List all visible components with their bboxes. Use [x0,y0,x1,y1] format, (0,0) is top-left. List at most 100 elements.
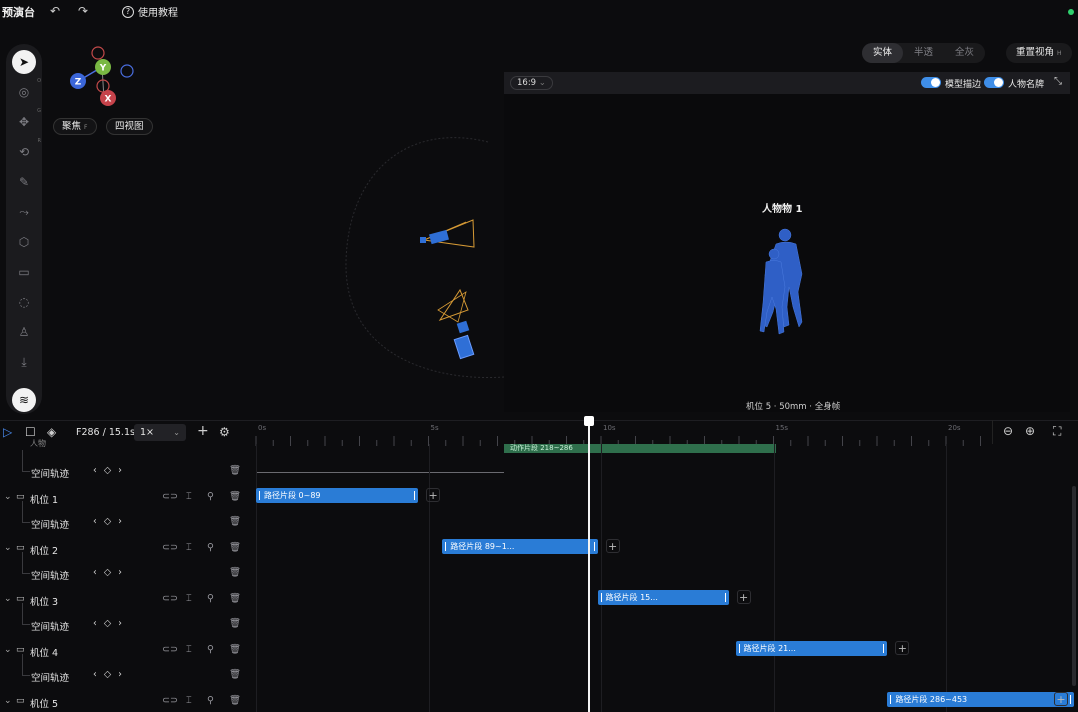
trash-icon[interactable]: 🗑 [229,542,241,553]
chevron-down-icon[interactable]: ⌄ [4,594,12,604]
tool-camera-button[interactable]: ▭ [12,260,36,284]
settings-button[interactable]: ≋ [12,388,36,412]
keyframe-nav[interactable]: ‹ ◇ › [93,465,124,476]
pin-icon[interactable]: ⚲ [207,644,214,655]
path-clip-label: 路径片段 286~453 [895,694,968,704]
tab-solid[interactable]: 实体 [862,43,904,63]
chevron-down-icon[interactable]: ⌄ [4,645,12,655]
path-clip[interactable]: 路径片段 286~453 [887,691,1074,707]
chevron-down-icon: ⌄ [538,78,546,88]
path-clip[interactable]: 路径片段 15... [597,589,729,605]
split-icon[interactable]: ⌶ [186,542,192,553]
link-icon[interactable]: ⊂⊃ [162,542,178,553]
add-clip-button[interactable]: + [736,589,751,604]
action-clip[interactable]: 动作片段 218~286 [504,444,776,453]
camera-2-frustum[interactable] [437,288,475,360]
trash-icon[interactable]: 🗑 [229,618,241,629]
four-view-button[interactable]: 四视图 [106,118,153,135]
reset-view-button[interactable]: 重置视角 H [1006,43,1072,63]
add-clip-button[interactable]: + [605,538,620,553]
playhead-line[interactable] [588,418,590,712]
playhead-handle[interactable] [584,416,594,426]
path-clip[interactable]: 路径片段 21... [735,640,888,656]
pin-icon[interactable]: ⚲ [207,593,214,604]
collapse-icon[interactable]: ⤡ [1054,76,1062,87]
tool-orbit-button[interactable]: ◎ O [12,78,41,104]
add-clip-button[interactable]: + [895,640,910,655]
keyframe-nav[interactable]: ‹ ◇ › [93,618,124,629]
keyframe-nav[interactable]: ‹ ◇ › [93,669,124,680]
tool-rotate-button[interactable]: ⟲ R [12,138,41,164]
trash-icon[interactable]: 🗑 [229,669,241,680]
split-icon[interactable]: ⌶ [186,593,192,604]
add-clip-button[interactable]: + [1054,691,1068,706]
pin-icon[interactable]: ⚲ [207,542,214,553]
keyframe-nav[interactable]: ‹ ◇ › [93,567,124,578]
tool-import-button[interactable]: ⤓ [12,350,36,374]
add-clip-button[interactable]: + [426,487,441,502]
trash-icon[interactable]: 🗑 [229,644,241,655]
trash-icon[interactable]: 🗑 [229,516,241,527]
link-icon[interactable]: ⊂⊃ [162,644,178,655]
trash-icon[interactable]: 🗑 [229,491,241,502]
path-clip[interactable]: 路径片段 0~89 [256,487,419,503]
tool-pen-button[interactable]: ✎ [12,170,36,194]
split-icon[interactable]: ⌶ [186,644,192,655]
zoom-in-icon[interactable]: ⊕ [1025,424,1035,438]
tool-move-button[interactable]: ✥ G [12,108,41,134]
track-row-camera: ⌄ ▭ 机位 3 ⊂⊃ ⌶ ⚲ 🗑 [0,588,254,613]
path-clip-label: 路径片段 0~89 [264,490,321,500]
track-label: 空间轨迹 [31,622,70,633]
path-clip[interactable]: 路径片段 89~1... [442,538,598,554]
tab-translucent[interactable]: 半透 [903,43,944,63]
keyframe-nav[interactable]: ‹ ◇ › [93,516,124,527]
tab-gray[interactable]: 全灰 [944,43,985,63]
tick-label: 20s [948,424,961,432]
tool-character-button[interactable]: ♙ [12,320,36,344]
split-icon[interactable]: ⌶ [186,695,192,706]
character-nameplate: 人物物 1 [762,204,803,215]
tree-connector [22,450,30,472]
chevron-down-icon[interactable]: ⌄ [4,492,12,502]
add-track-icon[interactable]: + [197,423,209,439]
focus-hint: F [84,124,88,131]
help-button[interactable]: ? 使用教程 [122,4,178,19]
orientation-gizmo[interactable]: Y Z X [60,40,150,110]
keyframe-icon[interactable]: ◈ [47,425,56,439]
outline-toggle[interactable] [921,77,941,88]
fit-icon[interactable]: ⛶ [1053,424,1061,439]
play-icon[interactable]: ▷ [3,425,12,439]
tool-cube-button[interactable]: ⬡ [12,230,36,254]
timeline-area[interactable]: 动作片段 218~286 路径片段 0~89 + 路径片段 89~1... + 路径片段… [254,444,1078,712]
link-icon[interactable]: ⊂⊃ [162,593,178,604]
trash-icon[interactable]: 🗑 [229,465,241,476]
link-icon[interactable]: ⊂⊃ [162,695,178,706]
pin-icon[interactable]: ⚲ [207,695,214,706]
camera-icon: ▭ [16,695,25,706]
focus-button[interactable]: 聚焦 F [53,118,97,135]
redo-icon[interactable]: ↷ [78,4,88,18]
tool-select-button[interactable]: ➤ [12,50,36,74]
tool-path-button[interactable]: ⤳ [12,200,36,224]
camera-1-frustum[interactable] [420,219,475,248]
undo-icon[interactable]: ↶ [50,4,60,18]
tree-connector [22,552,30,574]
status-indicator [1068,9,1074,15]
stop-icon[interactable]: ☐ [25,425,36,439]
trash-icon[interactable]: 🗑 [229,567,241,578]
trash-icon[interactable]: 🗑 [229,593,241,604]
tool-light-button[interactable]: ◌ [12,290,36,314]
grid-line [428,444,430,712]
tool-shortcut-hint: O [37,78,41,84]
nameplate-toggle[interactable] [984,77,1004,88]
chevron-down-icon[interactable]: ⌄ [4,543,12,553]
chevron-down-icon[interactable]: ⌄ [4,696,12,706]
timeline-scrollbar[interactable] [1072,486,1076,686]
aspect-ratio-select[interactable]: 16:9 ⌄ [510,76,553,90]
zoom-out-icon[interactable]: ⊖ [1003,424,1013,438]
track-settings-icon[interactable]: ⚙ [219,425,230,439]
link-icon[interactable]: ⊂⊃ [162,491,178,502]
trash-icon[interactable]: 🗑 [229,695,241,706]
split-icon[interactable]: ⌶ [186,491,192,502]
pin-icon[interactable]: ⚲ [207,491,214,502]
